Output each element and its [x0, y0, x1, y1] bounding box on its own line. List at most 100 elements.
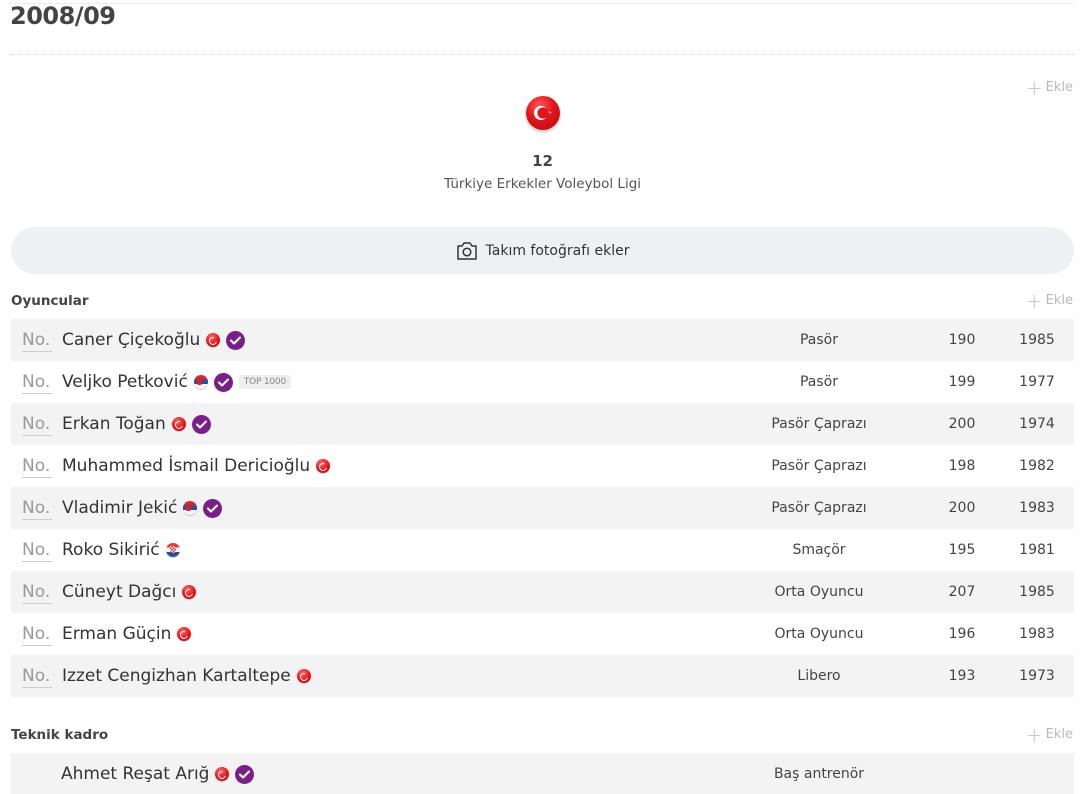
player-row[interactable]: No. Caner Çiçekoğlu Pasör 190 1985 — [11, 319, 1074, 361]
player-number-field[interactable]: No. — [22, 665, 52, 688]
player-name[interactable]: Cüneyt Dağcı — [62, 582, 197, 602]
verified-check-icon — [235, 764, 255, 784]
add-league-link[interactable]: + Ekle — [1025, 75, 1073, 100]
player-name-text: Cüneyt Dağcı — [62, 582, 177, 602]
turkey-flag-icon — [206, 333, 221, 347]
season-divider — [10, 54, 1075, 55]
turkey-flag-icon — [177, 627, 192, 641]
add-label: Ekle — [1045, 293, 1073, 308]
player-position: Smaçör — [792, 542, 846, 558]
player-number-field[interactable]: No. — [22, 371, 52, 394]
staff-section-title: Teknik kadro — [11, 727, 109, 743]
verified-check-icon — [213, 372, 233, 392]
staff-list: Ahmet Reşat Arığ Baş antrenör — [11, 753, 1074, 794]
add-label: Ekle — [1045, 727, 1073, 742]
player-name[interactable]: Caner Çiçekoğlu — [62, 330, 246, 350]
player-position: Pasör — [799, 374, 838, 390]
player-number-field[interactable]: No. — [22, 581, 52, 604]
player-name-text: Izzet Cengizhan Kartaltepe — [62, 666, 291, 686]
turkey-flag-icon — [182, 585, 197, 599]
player-position: Orta Oyuncu — [774, 626, 864, 642]
add-team-photo-label: Takım fotoğrafı ekler — [485, 242, 630, 259]
player-height: 207 — [948, 584, 976, 600]
league-name[interactable]: Türkiye Erkekler Voleybol Ligi — [0, 176, 1085, 192]
camera-icon — [456, 241, 477, 260]
player-height: 193 — [948, 668, 976, 684]
player-name-text: Erman Güçin — [62, 624, 172, 644]
player-name[interactable]: Vladimir Jekić — [62, 498, 223, 518]
player-name[interactable]: Roko Sikirić — [62, 540, 180, 560]
player-name-text: Caner Çiçekoğlu — [62, 330, 201, 350]
player-name[interactable]: Muhammed İsmail Dericioğlu — [62, 456, 331, 476]
player-birth-year: 1974 — [1019, 416, 1055, 432]
plus-icon: + — [1025, 288, 1043, 313]
player-number-field[interactable]: No. — [22, 413, 52, 436]
player-birth-year: 1977 — [1019, 374, 1055, 390]
player-birth-year: 1985 — [1019, 332, 1055, 348]
players-section-title: Oyuncular — [11, 293, 89, 309]
player-row[interactable]: No. Izzet Cengizhan Kartaltepe Libero 193 19… — [11, 655, 1074, 697]
verified-check-icon — [191, 414, 211, 434]
turkey-flag-icon — [215, 767, 230, 781]
player-birth-year: 1983 — [1019, 626, 1055, 642]
croatia-flag-icon — [165, 543, 180, 557]
verified-check-icon — [226, 330, 246, 350]
serbia-flag-icon — [183, 501, 198, 515]
plus-icon: + — [1025, 75, 1043, 100]
player-height: 198 — [948, 458, 976, 474]
add-staff-link[interactable]: + Ekle — [1025, 722, 1073, 747]
player-position: Pasör Çaprazı — [771, 458, 867, 474]
player-height: 190 — [948, 332, 976, 348]
player-row[interactable]: No. Vladimir Jekić Pasör Çaprazı 200 1983 — [11, 487, 1074, 529]
player-birth-year: 1973 — [1019, 668, 1055, 684]
player-position: Pasör Çaprazı — [771, 500, 867, 516]
player-row[interactable]: No. Cüneyt Dağcı Orta Oyuncu 207 1985 — [11, 571, 1074, 613]
turkey-flag-icon — [296, 669, 311, 683]
players-list: No. Caner Çiçekoğlu Pasör 190 1985 No. Veljko … — [11, 319, 1074, 697]
player-name-text: Veljko Petković — [62, 372, 188, 392]
player-number-field[interactable]: No. — [22, 497, 52, 520]
staff-role: Baş antrenör — [773, 766, 865, 782]
player-row[interactable]: No. Roko Sikirić Smaçör 195 1981 — [11, 529, 1074, 571]
plus-icon: + — [1025, 722, 1043, 747]
season-title: 2008/09 — [10, 2, 116, 30]
player-height: 199 — [948, 374, 976, 390]
top-divider — [10, 3, 1075, 4]
player-height: 196 — [948, 626, 976, 642]
player-name-text: Erkan Toğan — [62, 414, 166, 434]
player-name[interactable]: Veljko Petković TOP 1000 — [62, 372, 291, 392]
player-row[interactable]: No. Veljko Petković TOP 1000 Pasör 199 1977 — [11, 361, 1074, 403]
player-name[interactable]: Erman Güçin — [62, 624, 192, 644]
turkey-flag-icon[interactable] — [525, 96, 560, 130]
top-badge: TOP 1000 — [238, 375, 291, 389]
player-position: Orta Oyuncu — [774, 584, 864, 600]
player-position: Pasör Çaprazı — [771, 416, 867, 432]
player-number-field[interactable]: No. — [22, 455, 52, 478]
add-player-link[interactable]: + Ekle — [1025, 288, 1073, 313]
player-number-field[interactable]: No. — [22, 623, 52, 646]
league-count: 12 — [532, 152, 553, 170]
player-name[interactable]: Erkan Toğan — [62, 414, 211, 434]
player-position: Libero — [797, 668, 841, 684]
player-name-text: Roko Sikirić — [62, 540, 160, 560]
add-team-photo-button[interactable]: Takım fotoğrafı ekler — [11, 227, 1074, 274]
player-birth-year: 1983 — [1019, 500, 1055, 516]
staff-name-text: Ahmet Reşat Arığ — [61, 764, 210, 784]
player-position: Pasör — [799, 332, 838, 348]
player-row[interactable]: No. Erman Güçin Orta Oyuncu 196 1983 — [11, 613, 1074, 655]
player-number-field[interactable]: No. — [22, 539, 52, 562]
staff-name[interactable]: Ahmet Reşat Arığ — [61, 764, 255, 784]
serbia-flag-icon — [193, 375, 208, 389]
player-height: 200 — [948, 416, 976, 432]
player-row[interactable]: No. Erkan Toğan Pasör Çaprazı 200 1974 — [11, 403, 1074, 445]
player-name-text: Vladimir Jekić — [62, 498, 178, 518]
turkey-flag-icon — [316, 459, 331, 473]
staff-row[interactable]: Ahmet Reşat Arığ Baş antrenör — [11, 753, 1074, 794]
turkey-flag-icon — [171, 417, 186, 431]
player-number-field[interactable]: No. — [22, 329, 52, 352]
player-row[interactable]: No. Muhammed İsmail Dericioğlu Pasör Çapra… — [11, 445, 1074, 487]
player-name[interactable]: Izzet Cengizhan Kartaltepe — [62, 666, 311, 686]
player-birth-year: 1982 — [1019, 458, 1055, 474]
add-label: Ekle — [1045, 80, 1073, 95]
player-birth-year: 1985 — [1019, 584, 1055, 600]
